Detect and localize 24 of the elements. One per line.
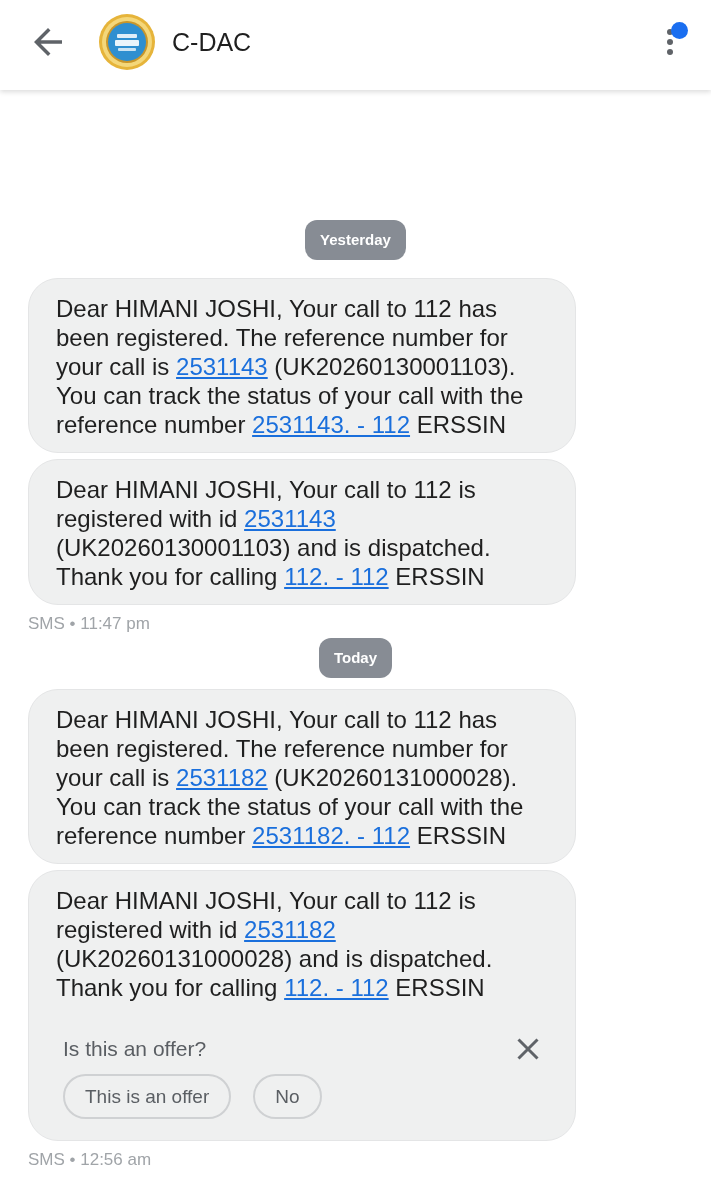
logo-icon (99, 14, 155, 70)
message-link[interactable]: 112. - 112 (284, 974, 389, 1001)
more-options-icon[interactable] (667, 29, 673, 55)
message-link[interactable]: 2531143. - 112 (252, 411, 411, 438)
feedback-button[interactable]: This is an offer (63, 1074, 232, 1119)
message-link[interactable]: 112. - 112 (284, 563, 389, 590)
offer-question: Is this an offer? (63, 1036, 207, 1062)
contact-name: C-DAC (172, 27, 252, 57)
message-timestamp: SMS • 11:47 pm (28, 613, 150, 635)
message-link[interactable]: 2531182 (176, 764, 268, 791)
date-chip: Yesterday (305, 220, 406, 260)
feedback-button[interactable]: No (253, 1074, 322, 1119)
message-text: Dear HIMANI JOSHI, Your call to 112 is registered with id 2531182 (UK20260131000028) and is dispatched. Thank you for calling 112. - 112 ERSSIN (56, 886, 494, 1002)
arrow-left-icon[interactable] (34, 28, 62, 56)
message-text: Dear HIMANI JOSHI, Your call to 112 is registered with id 2531143 (UK20260130001103) and is dispatched. Thank you for calling 112. - 112 ERSSIN (56, 475, 492, 591)
message-link[interactable]: 2531143 (244, 505, 336, 532)
date-chip: Today (318, 638, 393, 678)
message-text: Dear HIMANI JOSHI, Your call to 112 has been registered. The reference number for your call is 2531143 (UK20260130001103). You can track the status of your call with the reference number 2531143. - 112 ERSSIN (56, 294, 525, 439)
message-link[interactable]: 2531182 (244, 916, 336, 943)
message-link[interactable]: 2531182. - 112 (252, 822, 411, 849)
message-text: Dear HIMANI JOSHI, Your call to 112 has been registered. The reference number for your call is 2531182 (UK20260131000028). You can track the status of your call with the reference number 2531182. - 112 ERSSIN (56, 705, 525, 850)
message-link[interactable]: 2531143 (176, 353, 268, 380)
close-icon[interactable] (517, 1038, 539, 1060)
message-timestamp: SMS • 12:56 am (28, 1149, 152, 1171)
